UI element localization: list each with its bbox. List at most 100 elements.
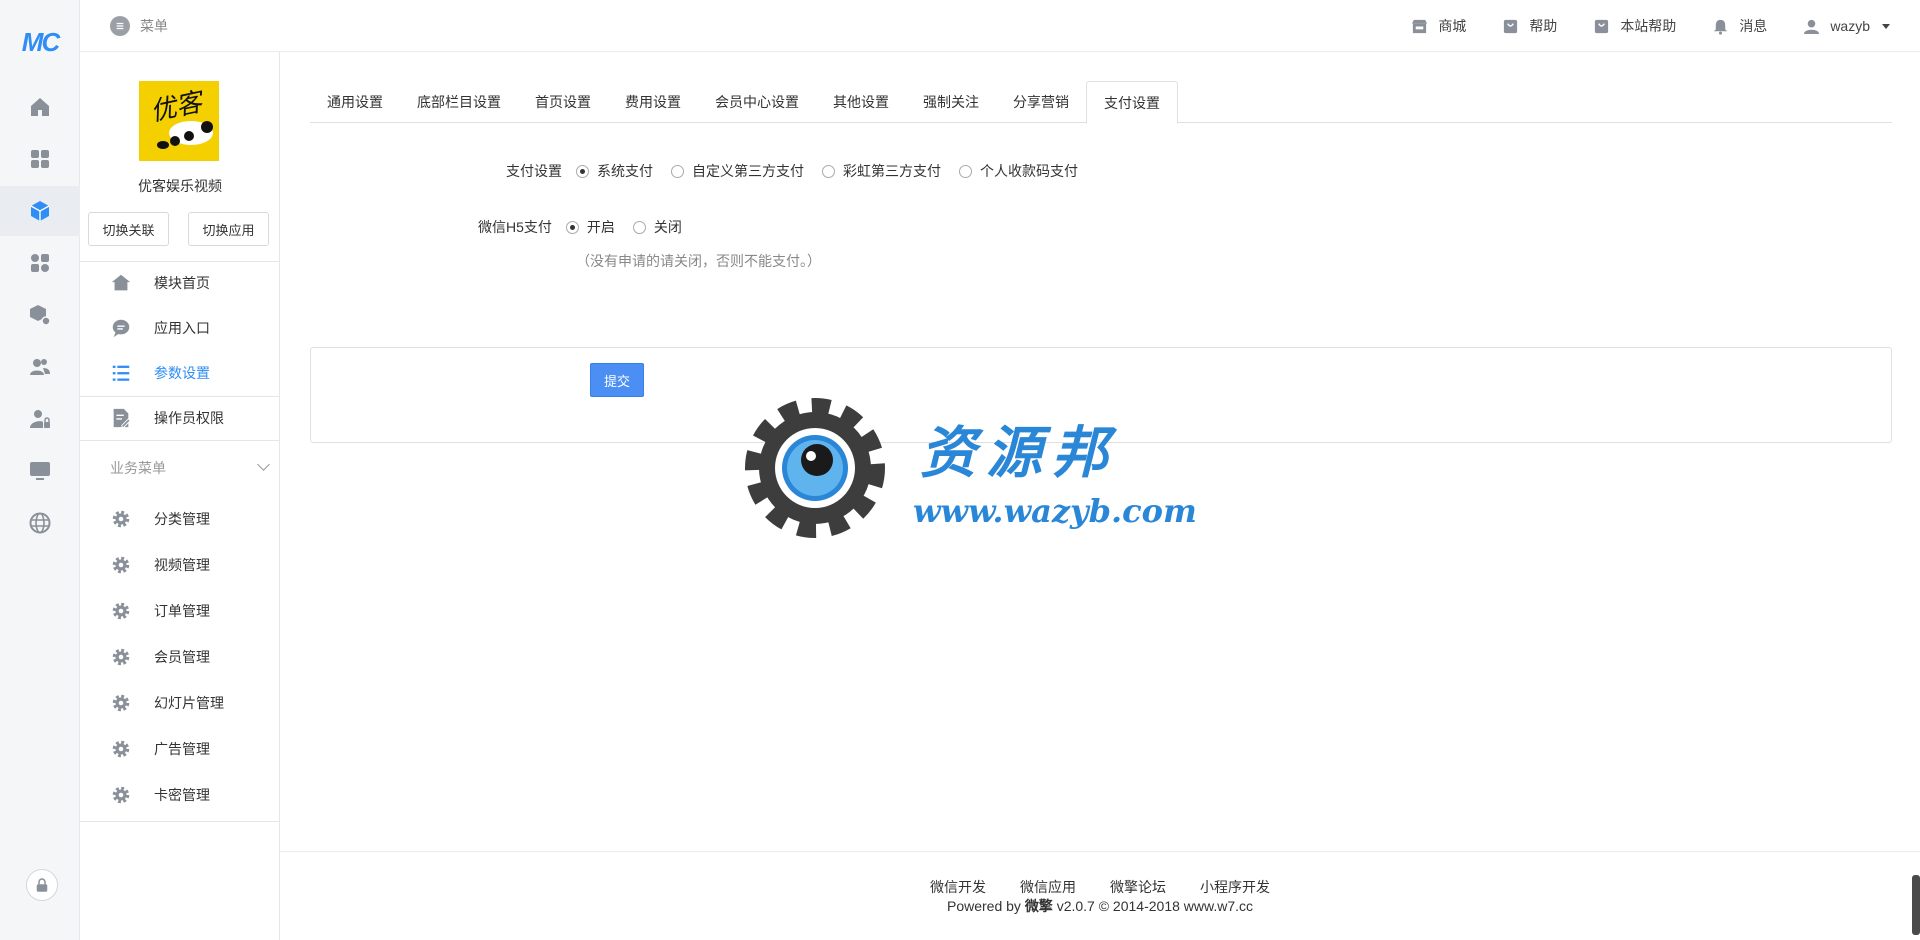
app-logo: 优客: [139, 81, 219, 161]
watermark-text: 资源邦: [920, 420, 1118, 486]
pay-option-custom[interactable]: 自定义第三方支付: [671, 161, 804, 181]
icon-rail: MC: [0, 0, 80, 940]
option-label: 关闭: [653, 219, 682, 235]
site-help-link[interactable]: 本站帮助: [1593, 16, 1676, 36]
home-icon: [111, 274, 131, 291]
nav-item-order[interactable]: 订单管理: [110, 589, 280, 633]
site-help-icon: [1595, 19, 1609, 33]
grid-icon-svg: [31, 150, 49, 168]
nav-item-params[interactable]: 参数设置: [110, 351, 280, 395]
watermark-gear-icon: [745, 398, 885, 538]
biz-menu-label: 业务菜单: [110, 460, 166, 476]
messages-label: 消息: [1739, 18, 1768, 34]
footer-link[interactable]: 小程序开发: [1200, 877, 1270, 897]
tab-payment[interactable]: 支付设置: [1086, 81, 1178, 124]
nav-item-app-entry[interactable]: 应用入口: [110, 306, 280, 350]
scrollbar-handle[interactable]: [1912, 875, 1920, 935]
nav-item-member[interactable]: 会员管理: [110, 635, 280, 679]
pay-option-system[interactable]: 系统支付: [576, 161, 653, 181]
footer-links: 微信开发 微信应用 微擎论坛 小程序开发: [280, 877, 1920, 897]
pay-option-rainbow[interactable]: 彩虹第三方支付: [822, 161, 941, 181]
nav-item-cards[interactable]: 卡密管理: [110, 773, 280, 817]
box-settings-icon-svg: [30, 305, 51, 326]
lock-icon[interactable]: [26, 869, 58, 901]
nav-item-module-home[interactable]: 模块首页: [110, 261, 280, 305]
nav-label: 模块首页: [154, 275, 210, 291]
nav-label: 应用入口: [154, 320, 210, 336]
option-label: 开启: [586, 219, 615, 235]
h5-option-on[interactable]: 开启: [565, 217, 615, 237]
radio-checked[interactable]: [576, 164, 589, 178]
help-link[interactable]: 帮助: [1502, 16, 1557, 36]
nav-item-ads[interactable]: 广告管理: [110, 727, 280, 771]
radio-unchecked[interactable]: [632, 220, 646, 234]
store-label: 商城: [1438, 18, 1467, 34]
gear-icon: [112, 786, 130, 804]
switch-app-button[interactable]: 切换应用: [188, 212, 269, 246]
lock-icon-svg: [36, 878, 48, 892]
tab-fees[interactable]: 费用设置: [608, 81, 698, 123]
watermark: 资源邦 www.wazyb.com: [735, 388, 1197, 548]
submit-button[interactable]: 提交: [590, 363, 644, 397]
nav-label: 广告管理: [154, 741, 210, 757]
settings-tabs: 通用设置 底部栏目设置 首页设置 费用设置 会员中心设置 其他设置 强制关注 分…: [310, 81, 1892, 124]
apps-icon[interactable]: [0, 238, 80, 288]
nav-item-slides[interactable]: 幻灯片管理: [110, 681, 280, 725]
footer-link[interactable]: 微信开发: [930, 877, 986, 897]
h5-option-off[interactable]: 关闭: [632, 217, 682, 237]
radio-unchecked[interactable]: [671, 164, 684, 178]
chevron-down-icon: [257, 458, 270, 471]
radio-checked[interactable]: [565, 220, 579, 234]
monitor-icon[interactable]: [0, 446, 80, 496]
user-lock-icon[interactable]: [0, 394, 80, 444]
nav-label: 视频管理: [154, 557, 210, 573]
pay-option-personal-qr[interactable]: 个人收款码支付: [959, 161, 1078, 181]
store-icon: [1412, 19, 1428, 33]
tab-bottom-menu[interactable]: 底部栏目设置: [400, 81, 518, 123]
cube-icon[interactable]: [0, 186, 80, 236]
home-icon[interactable]: [0, 82, 80, 132]
grid-icon[interactable]: [0, 134, 80, 184]
brand-logo[interactable]: MC: [14, 28, 66, 56]
radio-unchecked[interactable]: [822, 164, 835, 178]
option-label: 自定义第三方支付: [692, 163, 804, 179]
nav-label: 参数设置: [154, 365, 210, 381]
menu-label: 菜单: [140, 18, 168, 34]
help-label: 帮助: [1529, 18, 1558, 34]
powered-prefix: Powered by: [946, 898, 1021, 914]
nav-label: 幻灯片管理: [154, 695, 224, 711]
biz-menu-header[interactable]: 业务菜单: [110, 458, 280, 478]
nav-item-category[interactable]: 分类管理: [110, 497, 280, 541]
powered-by: Powered by 微擎 v2.0.7 © 2014-2018 www.w7.…: [280, 896, 1920, 916]
apps-icon-svg: [31, 254, 49, 272]
nav-item-operator-perm[interactable]: 操作员权限: [110, 396, 280, 440]
help-icon: [1504, 19, 1518, 33]
user-menu[interactable]: wazyb: [1803, 18, 1890, 35]
tab-force-follow[interactable]: 强制关注: [906, 81, 996, 123]
tab-general[interactable]: 通用设置: [310, 81, 400, 123]
globe-icon[interactable]: [0, 498, 80, 548]
tab-member-center[interactable]: 会员中心设置: [698, 81, 816, 123]
menu-toggle[interactable]: 菜单: [110, 16, 168, 36]
box-settings-icon[interactable]: [0, 290, 80, 340]
gear-icon: [112, 648, 130, 666]
nav-item-video[interactable]: 视频管理: [110, 543, 280, 587]
app-name: 优客娱乐视频: [138, 178, 222, 194]
radio-unchecked[interactable]: [959, 164, 972, 178]
tab-other[interactable]: 其他设置: [816, 81, 906, 123]
site-help-label: 本站帮助: [1620, 18, 1677, 34]
edit-doc-icon: [113, 408, 131, 428]
tab-share-marketing[interactable]: 分享营销: [996, 81, 1086, 123]
messages-link[interactable]: 消息: [1712, 16, 1767, 36]
users-icon-svg: [30, 359, 50, 375]
tab-homepage[interactable]: 首页设置: [518, 81, 608, 123]
list-icon: [112, 365, 130, 381]
switch-link-button[interactable]: 切换关联: [88, 212, 169, 246]
users-icon[interactable]: [0, 342, 80, 392]
footer-link[interactable]: 微擎论坛: [1110, 877, 1166, 897]
nav-label: 分类管理: [154, 511, 210, 527]
footer-link[interactable]: 微信应用: [1020, 877, 1076, 897]
store-link[interactable]: 商城: [1411, 16, 1466, 36]
gear-icon: [112, 740, 130, 758]
module-sidebar: 优客 优客娱乐视频 切换关联 切换应用 模块首页 应用入口 参数设置 操作员权限…: [80, 52, 280, 940]
